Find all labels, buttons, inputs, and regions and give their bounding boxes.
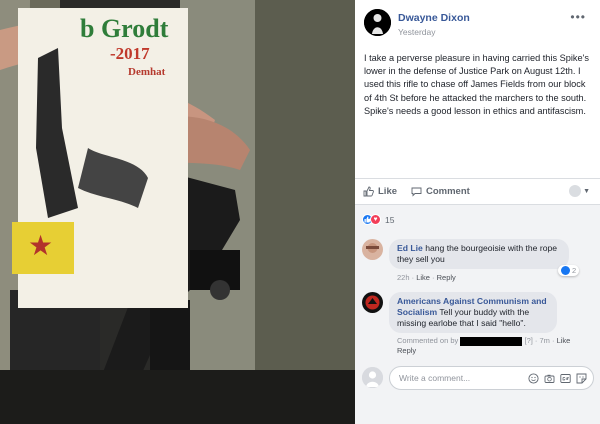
comments-section: ♥ 15 Ed Lie hang the bourgeoisie with th… — [355, 204, 600, 424]
comment-like-link[interactable]: Like — [557, 336, 571, 345]
viewer-avatar — [362, 367, 383, 388]
star-icon: ★ — [28, 230, 54, 261]
emoji-icon[interactable] — [527, 372, 539, 384]
comment-button[interactable]: Comment — [411, 186, 470, 197]
comment-reaction-count: 2 — [572, 266, 577, 275]
facebook-post-panel: Dwayne Dixon Yesterday ••• I take a perv… — [355, 0, 600, 424]
comment-placeholder: Write a comment... — [399, 373, 471, 383]
commenter-avatar[interactable] — [362, 239, 383, 260]
gif-icon[interactable] — [559, 372, 571, 384]
post-author-name[interactable]: Dwayne Dixon — [398, 12, 470, 24]
author-avatar[interactable] — [364, 9, 391, 36]
more-options-icon[interactable]: ••• — [570, 10, 586, 24]
caret-down-icon: ▼ — [583, 187, 590, 195]
reaction-count: 15 — [385, 214, 395, 225]
camera-icon[interactable] — [543, 372, 555, 384]
like-label: Like — [378, 186, 398, 197]
thumbs-up-icon — [363, 186, 374, 197]
post-header: Dwayne Dixon Yesterday ••• — [355, 0, 600, 44]
poster-title: b Grodt — [80, 14, 169, 43]
comment-meta: 22h · Like · Reply — [397, 273, 456, 282]
comment-input[interactable]: Write a comment... — [389, 366, 594, 390]
post-action-bar: Like Comment ▼ — [355, 178, 600, 204]
comment-marker: [?] — [524, 336, 533, 345]
profile-switcher[interactable]: ▼ — [569, 185, 590, 197]
post-text: I take a perverse pleasure in having car… — [364, 53, 589, 116]
comment-meta: Commented on by [?] · 7m · Like Reply — [397, 336, 571, 355]
love-reaction-icon: ♥ — [370, 214, 381, 225]
comment-reply-link[interactable]: Reply — [397, 346, 416, 355]
comment-time[interactable]: 7m — [540, 336, 550, 345]
commented-on-by-label: Commented on by — [397, 336, 459, 345]
comment-reaction-pill[interactable]: 2 — [558, 265, 580, 276]
comment-reply-link[interactable]: Reply — [437, 273, 456, 282]
comment-bubble: Americans Against Communism and Socialis… — [389, 292, 557, 333]
reaction-summary[interactable]: ♥ 15 — [362, 214, 394, 225]
like-button[interactable]: Like — [363, 186, 397, 197]
flag-patch: ★ — [12, 222, 74, 274]
avatar-image — [362, 239, 383, 260]
comment-author[interactable]: Ed Lie — [397, 243, 423, 253]
avatar-image — [364, 9, 391, 36]
commenter-avatar[interactable] — [362, 292, 383, 313]
comment-label: Comment — [426, 186, 470, 197]
sticker-icon[interactable] — [575, 372, 587, 384]
poster-years: -2017 — [110, 44, 150, 63]
avatar-image — [362, 367, 383, 388]
avatar-image — [362, 292, 383, 313]
redacted-name — [460, 336, 523, 346]
like-reaction-icon — [561, 266, 570, 275]
post-photo[interactable]: b Grodt -2017 Demhat ★ — [0, 0, 355, 424]
comment-composer: Write a comment... — [362, 365, 594, 391]
comment-time[interactable]: 22h — [397, 273, 410, 282]
poster-subtitle: Demhat — [128, 66, 166, 78]
comment-like-link[interactable]: Like — [416, 273, 430, 282]
comment-bubble: Ed Lie hang the bourgeoisie with the rop… — [389, 239, 569, 269]
composer-icons — [527, 372, 587, 384]
speech-bubble-icon — [411, 187, 422, 197]
profile-mini-avatar — [569, 185, 582, 197]
post-timestamp[interactable]: Yesterday — [398, 27, 436, 37]
